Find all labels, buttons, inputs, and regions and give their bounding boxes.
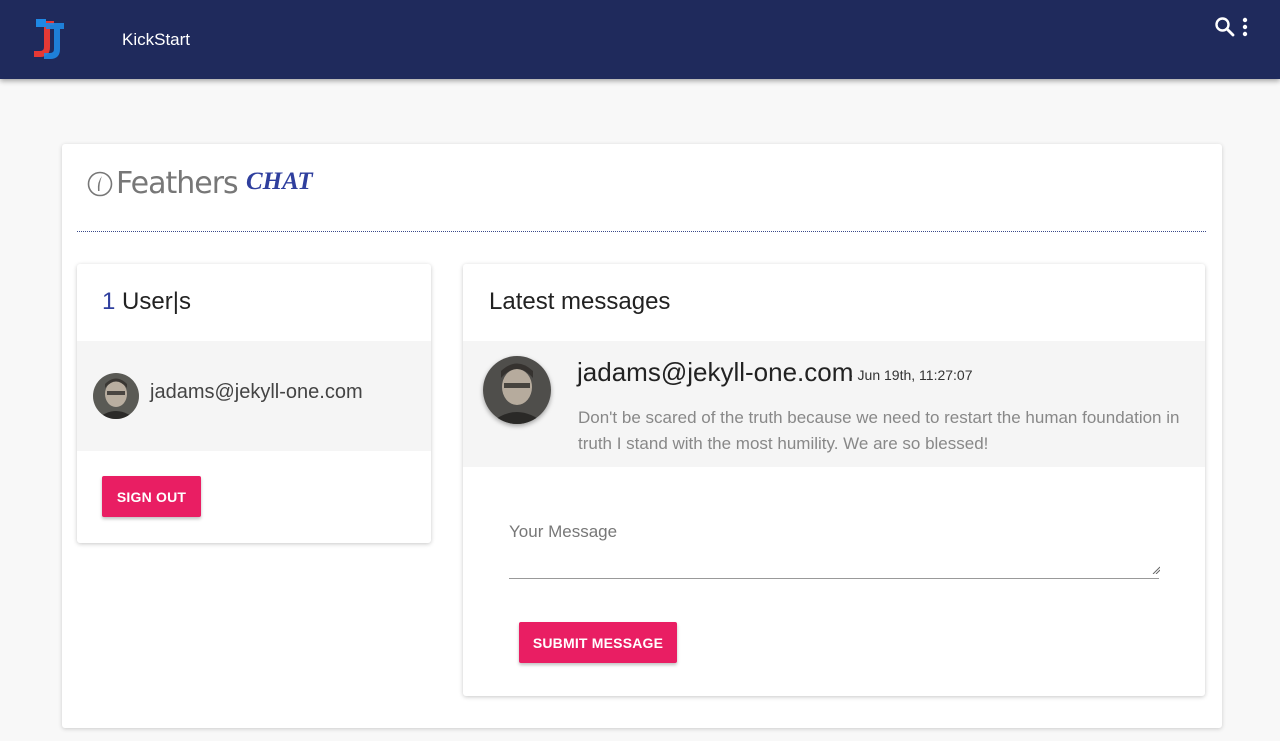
submit-message-button[interactable]: SUBMIT MESSAGE [519, 622, 677, 663]
app-title[interactable]: KickStart [122, 30, 190, 50]
message-author-avatar [483, 356, 551, 424]
messages-heading: Latest messages [489, 288, 671, 315]
sign-out-button[interactable]: SIGN OUT [102, 476, 201, 517]
message-text: Don't be scared of the truth because we … [578, 408, 1180, 453]
user-email: jadams@jekyll-one.com [150, 381, 363, 403]
user-count: 1 [102, 288, 116, 315]
brand-name: Feathers [116, 166, 239, 201]
brand-divider [77, 231, 1206, 232]
message-author: jadams@jekyll-one.com [577, 357, 854, 387]
more-vert-icon[interactable] [1238, 16, 1252, 38]
message-item: jadams@jekyll-one.com · Jun 19th, 11:27:… [463, 341, 1205, 467]
top-app-bar: KickStart [0, 0, 1280, 79]
users-heading: 1 User|s [102, 288, 191, 316]
user-list-item[interactable]: jadams@jekyll-one.com [77, 341, 431, 451]
j1-logo-icon[interactable] [32, 17, 68, 61]
brand-chat-label: CHAT [246, 168, 313, 195]
search-icon[interactable] [1214, 16, 1236, 38]
users-label: User|s [122, 288, 191, 315]
message-timestamp: · Jun 19th, 11:27:07 [849, 367, 973, 383]
message-input[interactable] [509, 518, 1159, 579]
feather-logo-icon [87, 171, 113, 197]
feathers-chat-brand: Feathers CHAT [86, 166, 346, 206]
resize-grip-icon[interactable] [1152, 566, 1160, 574]
user-avatar [93, 373, 139, 419]
messages-card: Latest messages jadams@jekyll-one.com · … [463, 264, 1205, 696]
users-card: 1 User|s jadams@jekyll-one.com SIGN OUT [77, 264, 431, 543]
